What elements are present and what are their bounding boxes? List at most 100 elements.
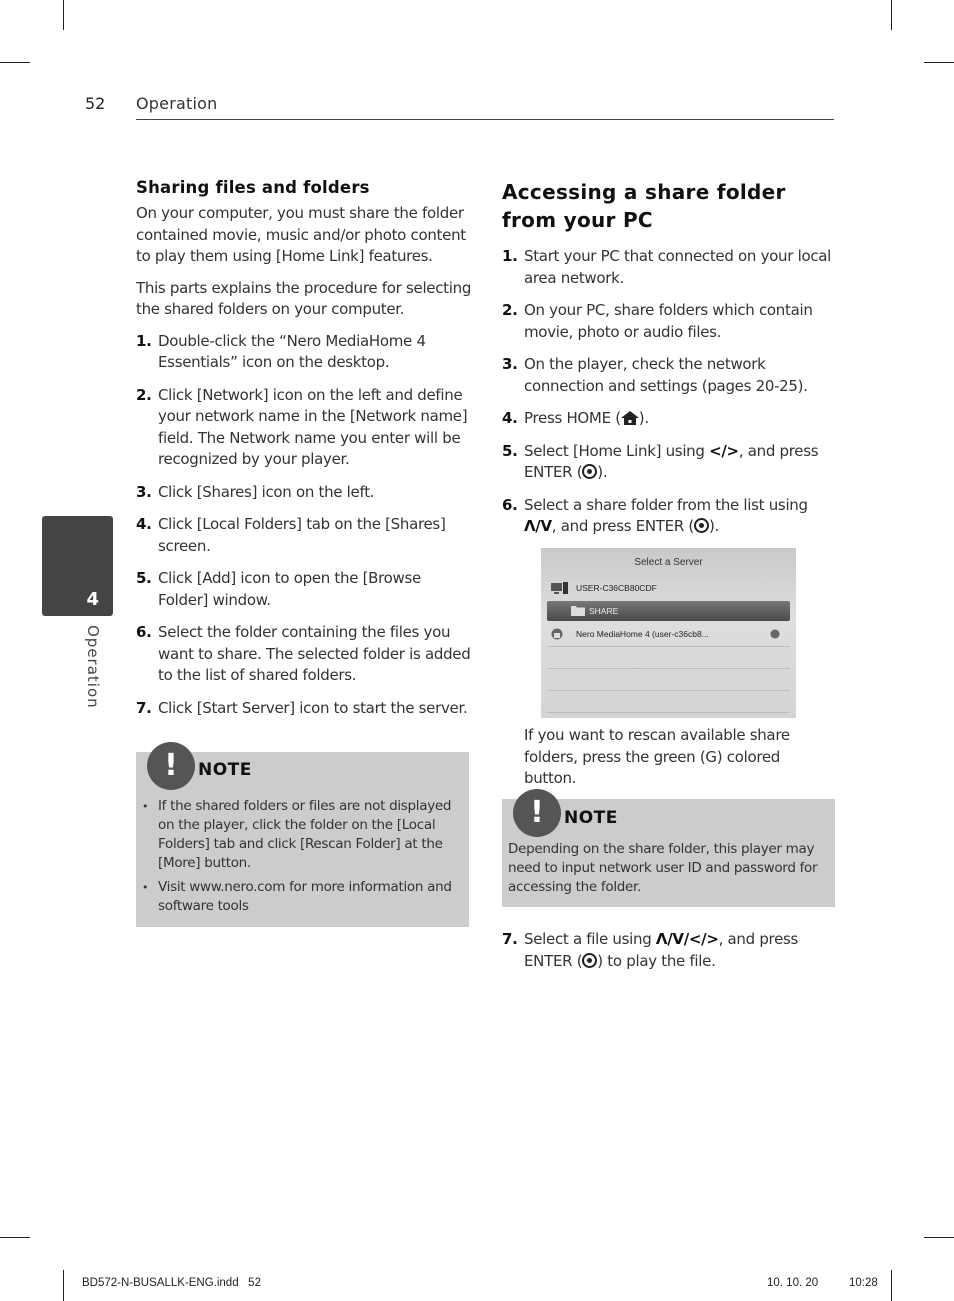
server-name: USER-C36CB80CDF — [576, 583, 657, 593]
step-number: 7. — [502, 930, 518, 948]
left-column: Sharing files and folders On your comput… — [136, 178, 472, 730]
note-title: NOTE — [198, 760, 252, 780]
step-item: 7. Select a file using Λ/V/</>, and press… — [502, 929, 836, 972]
step-text-post: ) to play the file. — [597, 951, 716, 970]
page-number: 52 — [85, 94, 106, 113]
step-text-mid: , and press ENTER ( — [551, 517, 695, 535]
step-text: Click [Local Folders] tab on the [Shares… — [158, 515, 446, 555]
step-text-pre: Select a file using — [524, 930, 656, 948]
note-bullet: Visit www.nero.com for more information … — [136, 878, 461, 916]
step-text: Click [Network] icon on the left and def… — [158, 385, 468, 469]
share-folder-row[interactable]: SHARE — [547, 601, 790, 621]
step-number: 1. — [136, 331, 152, 350]
crop-mark — [891, 1270, 892, 1301]
step-item: 4. Press HOME (). — [502, 408, 836, 430]
section-heading: Sharing files and folders — [136, 178, 370, 197]
paragraph: This parts explains the procedure for se… — [136, 278, 472, 319]
footer-file: BD572-N-BUSALLK-ENG.indd 52 — [82, 1277, 261, 1289]
step-text: On your PC, share folders which contain … — [524, 301, 813, 341]
second-server-name: Nero MediaHome 4 (user-c36cb8... — [576, 629, 709, 639]
crop-mark — [924, 62, 954, 63]
step-item: 6. Select a share folder from the list us… — [502, 495, 836, 538]
steps-list: 1. Start your PC that connected on your l… — [502, 246, 836, 538]
globe-icon — [770, 629, 780, 639]
step-number: 2. — [136, 385, 152, 404]
step-number: 4. — [136, 515, 152, 533]
footer-date: 10. 10. 20 — [767, 1277, 819, 1289]
server-row: USER-C36CB80CDF — [547, 578, 790, 598]
step-item: 3. Click [Shares] icon on the left. — [136, 482, 472, 504]
step-item: 6. Select the folder containing the files… — [136, 622, 472, 687]
footer-time: 10:28 — [849, 1277, 878, 1289]
steps-list: 1. Double-click the “Nero MediaHome 4 Ess… — [136, 331, 472, 720]
step-text: Click [Start Server] icon to start the s… — [158, 698, 468, 717]
exclamation-icon: ! — [147, 742, 195, 790]
step-number: 6. — [502, 495, 518, 514]
server-select-screenshot: Select a Server USER-C36CB80CDF SHARE Ne… — [541, 548, 796, 718]
header-rule — [136, 119, 834, 120]
step-text-pre: Select a share folder from the list usin… — [524, 495, 808, 514]
note-title: NOTE — [564, 808, 618, 828]
note-list: If the shared folders or files are not d… — [136, 797, 461, 921]
enter-icon — [582, 464, 598, 479]
media-server-icon — [551, 628, 563, 640]
rescan-text: If you want to rescan available share fo… — [524, 726, 790, 787]
step-text-post: ). — [709, 517, 720, 535]
step-number: 3. — [502, 355, 518, 373]
crop-mark — [0, 62, 30, 63]
right-column: Accessing a share folder from your PC 1.… — [502, 178, 836, 549]
note-body: Depending on the share folder, this play… — [508, 841, 818, 895]
note-bullet: If the shared folders or files are not d… — [136, 797, 461, 873]
crop-mark — [63, 1270, 64, 1301]
left-right-arrows-icon: </> — [709, 441, 739, 460]
step-item: 3. On the player, check the network conne… — [502, 354, 836, 397]
up-down-arrows-icon: Λ/V — [524, 517, 552, 535]
step-text-pre: Press HOME ( — [524, 409, 621, 427]
step-item: 2. Click [Network] icon on the left and d… — [136, 385, 472, 471]
note-box: ! NOTE If the shared folders or files ar… — [136, 742, 469, 927]
step-number: 7. — [136, 698, 152, 717]
computer-icon — [551, 582, 568, 594]
step-item: 5. Click [Add] icon to open the [Browse F… — [136, 568, 472, 611]
step-item: 2. On your PC, share folders which contai… — [502, 300, 836, 343]
list-divider — [547, 712, 790, 713]
step-text-pre: Select [Home Link] using — [524, 441, 710, 460]
chapter-number: 4 — [86, 589, 99, 610]
step-text-post: ). — [597, 463, 608, 481]
crop-mark — [891, 0, 892, 30]
share-folder-name: SHARE — [589, 606, 619, 616]
crop-mark — [0, 1237, 30, 1238]
enter-icon — [582, 952, 598, 968]
step-number: 5. — [502, 441, 518, 460]
direction-arrows-icon: Λ/V/</> — [655, 930, 719, 948]
screen-title: Select a Server — [634, 557, 703, 568]
step-item: 1. Start your PC that connected on your l… — [502, 246, 836, 289]
crop-mark — [924, 1237, 954, 1238]
step-item: 1. Double-click the “Nero MediaHome 4 Ess… — [136, 331, 472, 374]
step-item: 5. Select [Home Link] using </>, and pres… — [502, 441, 836, 484]
home-icon — [620, 411, 639, 425]
list-divider — [547, 646, 790, 647]
section-heading: Accessing a share folder from your PC — [502, 180, 786, 232]
note-box: ! NOTE Depending on the share folder, th… — [502, 789, 835, 907]
steps-list: 7. Select a file using Λ/V/</>, and press… — [502, 929, 836, 983]
crop-mark — [63, 0, 64, 30]
step-item: 4. Click [Local Folders] tab on the [Shar… — [136, 514, 472, 557]
step-number: 5. — [136, 569, 152, 587]
chapter-label: Operation — [84, 625, 102, 709]
step-number: 6. — [136, 623, 152, 641]
step-number: 1. — [502, 247, 518, 265]
list-divider — [547, 690, 790, 691]
step-number: 3. — [136, 482, 152, 501]
step-text: Select the folder containing the files y… — [158, 623, 471, 684]
step-text: Double-click the “Nero MediaHome 4 Essen… — [158, 331, 426, 372]
step-number: 2. — [502, 301, 518, 319]
server-row: Nero MediaHome 4 (user-c36cb8... — [547, 624, 790, 644]
paragraph: On your computer, you must share the fol… — [136, 204, 466, 265]
step-text: Click [Shares] icon on the left. — [158, 482, 375, 501]
step-item: 7. Click [Start Server] icon to start the… — [136, 698, 472, 720]
step-text: Click [Add] icon to open the [Browse Fol… — [158, 569, 421, 609]
exclamation-icon: ! — [513, 789, 561, 837]
step-text: Start your PC that connected on your loc… — [524, 247, 832, 287]
folder-icon — [571, 606, 585, 616]
